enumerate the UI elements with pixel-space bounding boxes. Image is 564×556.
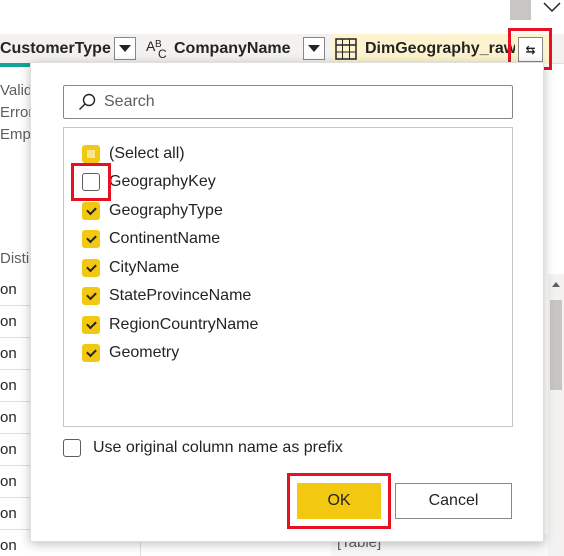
cancel-button[interactable]: Cancel [395,483,512,519]
list-item-regioncountryname[interactable]: RegionCountryName [82,313,258,337]
list-item-label: RegionCountryName [109,316,259,333]
prefix-label: Use original column name as prefix [93,439,343,456]
list-item-label: ContinentName [109,230,221,247]
column-header-customertype[interactable]: CustomerType [0,34,140,64]
list-item-label: (Select all) [109,145,185,162]
search-icon [79,93,96,110]
column-name: CompanyName [174,40,291,57]
list-item-label: GeographyType [109,202,223,219]
column-header-row: CustomerType A B C CompanyName DimGeogra… [0,28,564,70]
expand-column-button[interactable]: ⇆ [518,37,543,62]
column-list: (Select all) GeographyKey GeographyType … [63,127,513,427]
column-name: CustomerType [0,40,111,57]
ok-button[interactable]: OK [297,483,381,519]
list-item-continentname[interactable]: ContinentName [82,227,220,251]
checkbox[interactable] [82,287,100,305]
checkbox[interactable] [82,344,100,362]
checkbox[interactable] [82,173,100,191]
prefix-option[interactable]: Use original column name as prefix [63,439,343,457]
list-item-label: GeographyKey [109,173,216,190]
expand-columns-popup: (Select all) GeographyKey GeographyType … [30,62,544,542]
checkbox[interactable] [82,145,100,163]
scroll-up-arrow-icon[interactable] [552,282,560,287]
caret-down-icon [119,45,131,52]
checkbox[interactable] [82,202,100,220]
list-item-label: Geometry [109,344,180,361]
filter-dropdown-button[interactable] [303,37,325,60]
list-item-stateprovincename[interactable]: StateProvinceName [82,284,251,308]
search-box[interactable] [63,85,513,119]
list-item-geographytype[interactable]: GeographyType [82,199,223,223]
text-type-icon[interactable]: A B C [145,37,171,61]
caret-down-icon [308,45,320,52]
list-item-cityname[interactable]: CityName [82,256,179,280]
column-quality-bar [0,63,30,67]
column-header-companyname[interactable]: A B C CompanyName [141,34,329,64]
prefix-checkbox[interactable] [63,439,81,457]
list-item-label: StateProvinceName [109,287,252,304]
horizontal-scroll-thumb[interactable] [510,0,531,20]
checkbox[interactable] [82,230,100,248]
search-input[interactable] [104,93,504,111]
list-item-label: CityName [109,259,180,276]
column-name: DimGeography_raw [365,40,515,57]
svg-text:C: C [158,47,167,61]
checkbox[interactable] [82,316,100,334]
top-strip [0,0,564,34]
checkbox[interactable] [82,259,100,277]
list-item-geometry[interactable]: Geometry [82,341,179,365]
chevron-down-icon[interactable] [540,0,564,14]
vertical-scroll-thumb[interactable] [550,300,562,390]
table-type-icon[interactable] [335,38,357,60]
list-item-geographykey[interactable]: GeographyKey [82,170,216,194]
list-item-select-all[interactable]: (Select all) [82,142,185,166]
expand-icon: ⇆ [525,42,536,57]
filter-dropdown-button[interactable] [114,37,136,60]
